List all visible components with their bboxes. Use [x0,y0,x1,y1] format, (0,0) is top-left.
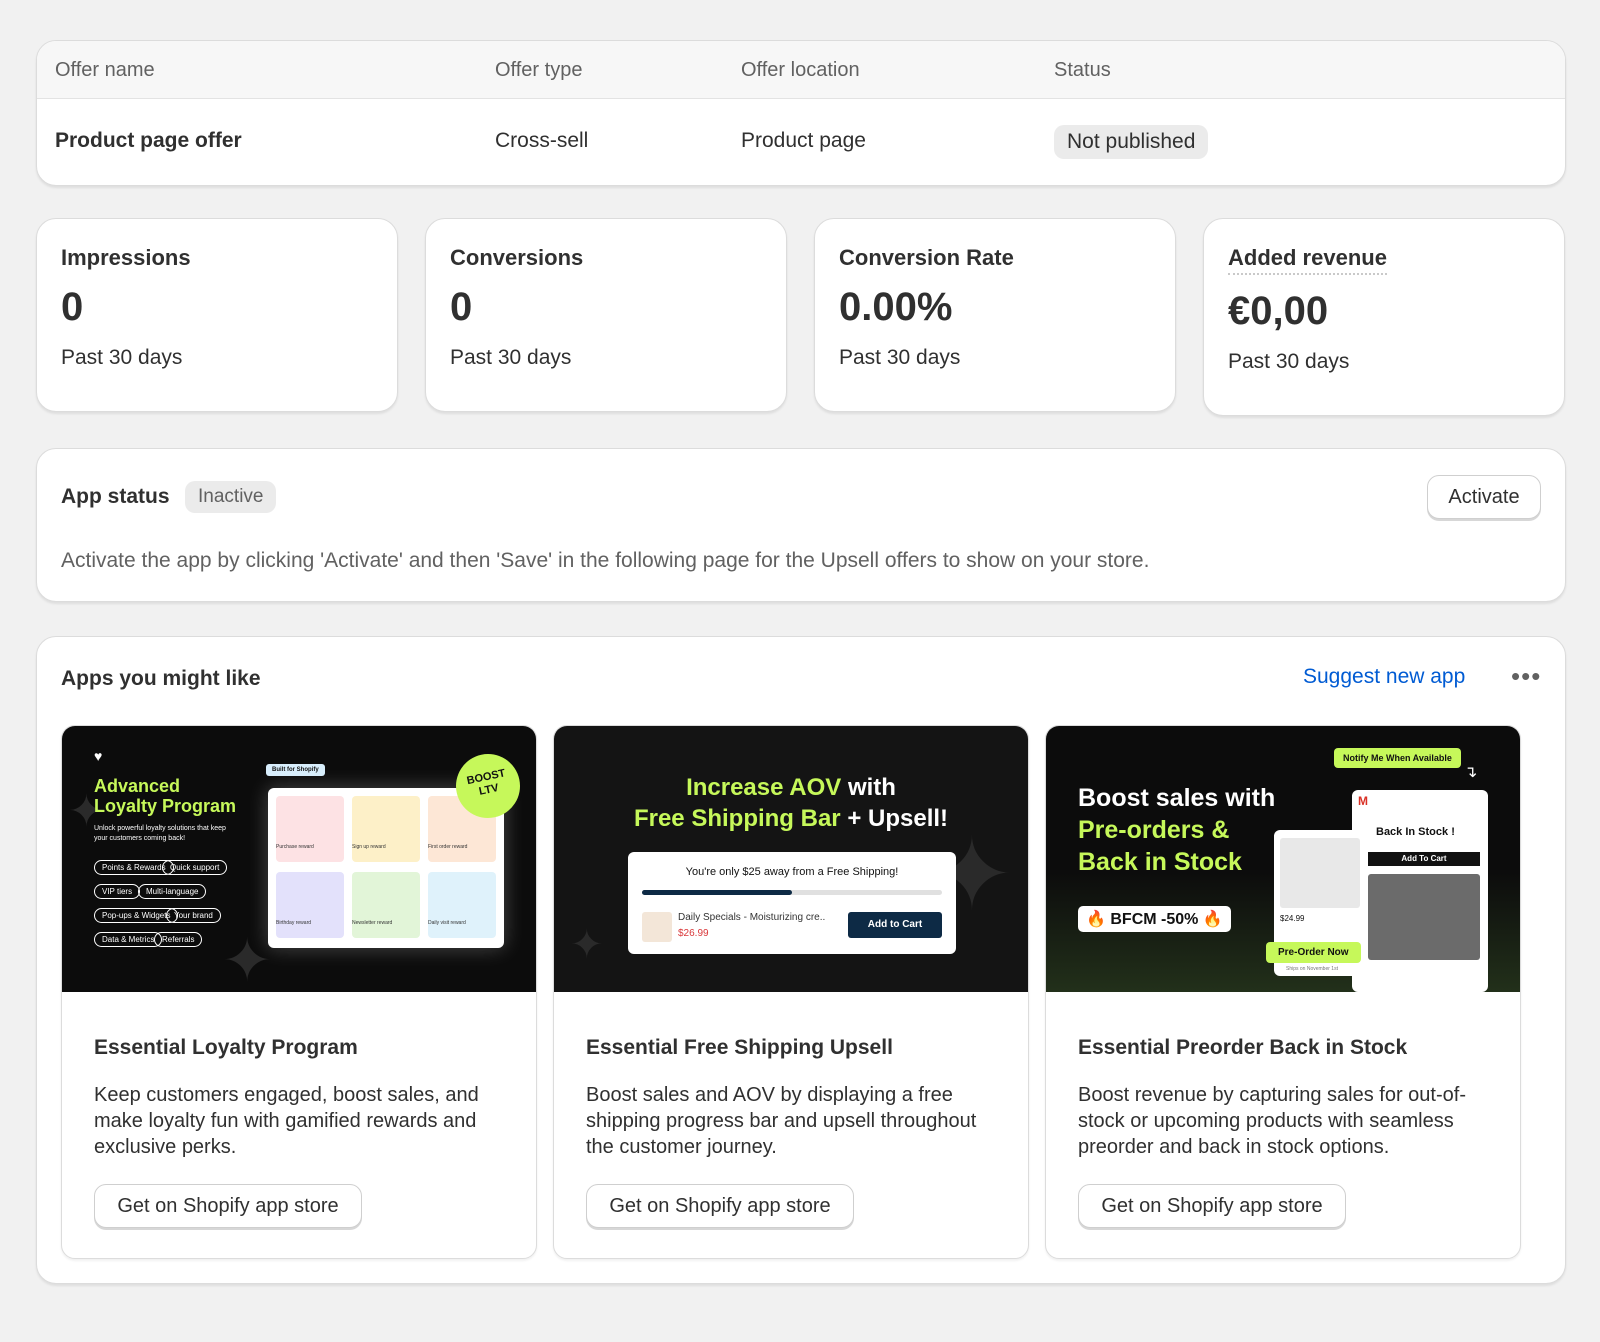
shipping-progress-fill [642,890,792,895]
app-card-preorder: Boost sales with Pre-orders & Back in St… [1045,725,1521,1259]
offer-table-header: Offer name Offer type Offer location Sta… [37,41,1565,99]
headline-green-1: Increase AOV [686,774,842,801]
offer-table: Offer name Offer type Offer location Sta… [36,40,1566,186]
free-shipping-banner-image: ✦ ✦ Increase AOV with Free Shipping Bar … [554,726,1028,992]
heart-icon: ♥ [94,748,103,764]
free-shipping-headline: Increase AOV with Free Shipping Bar + Up… [554,772,1028,834]
preorder-banner-image: Boost sales with Pre-orders & Back in St… [1046,726,1520,992]
offer-name-cell[interactable]: Product page offer [55,129,242,153]
preorder-headline-green-1: Pre-orders & [1078,816,1230,844]
shipping-bar-text: You're only $25 away from a Free Shippin… [685,866,899,878]
feature-tag: Quick support [162,860,228,875]
app-name: Essential Loyalty Program [94,1036,358,1059]
add-to-cart-label: Add To Cart [1368,852,1480,866]
column-header-status: Status [1054,59,1111,81]
get-on-shopify-button[interactable]: Get on Shopify app store [1078,1184,1346,1228]
metric-card-added-revenue: Added revenue €0,00 Past 30 days [1203,218,1565,416]
tile-label: Daily visit reward [428,920,466,926]
arrow-down-icon: ↴ [1464,764,1478,781]
get-on-shopify-button[interactable]: Get on Shopify app store [94,1184,362,1228]
app-description: Boost sales and AOV by displaying a free… [586,1084,977,1158]
apps-section-title: Apps you might like [61,667,261,690]
app-status-title: App status [61,485,170,508]
ships-on-text: Ships on November 1st [1286,966,1338,972]
sneaker-photo [1368,874,1480,960]
app-status-badge: Inactive [185,481,277,513]
back-in-stock-mock: M Back In Stock ! Add To Cart [1352,790,1488,992]
metric-period: Past 30 days [450,346,572,369]
tile-label: Purchase reward [276,844,314,850]
preorder-price: $24.99 [1280,914,1305,923]
app-name: Essential Preorder Back in Stock [1078,1036,1408,1059]
pre-order-now-button: Pre-Order Now [1266,942,1361,963]
tile-label: Newsletter reward [352,920,393,926]
app-name: Essential Free Shipping Upsell [586,1036,893,1059]
sneaker-photo [1280,838,1360,908]
tile-label: Sign up reward [352,844,386,850]
offer-type-cell: Cross-sell [495,129,589,152]
status-badge: Not published [1054,125,1209,159]
preorder-headline-white: Boost sales with [1078,784,1276,812]
feature-tag: Your brand [166,908,221,923]
metric-title: Conversion Rate [839,245,1014,270]
app-description: Boost revenue by capturing sales for out… [1078,1084,1466,1158]
back-in-stock-text: Back In Stock ! [1376,826,1455,838]
app-card-free-shipping: ✦ ✦ Increase AOV with Free Shipping Bar … [553,725,1029,1259]
built-for-shopify-badge: Built for Shopify [266,764,325,776]
add-to-cart-button: Add to Cart [848,912,942,938]
metric-title[interactable]: Added revenue [1228,245,1387,275]
apps-you-might-like-card: Apps you might like Suggest new app ••• … [36,636,1566,1284]
gmail-icon: M [1358,794,1368,808]
metric-period: Past 30 days [839,346,961,369]
shipping-progress-track [642,890,942,895]
sparkle-icon: ✦ [222,927,273,992]
table-row[interactable]: Product page offer Cross-sell Product pa… [37,99,1565,185]
loyalty-banner-image: ✦ ✦ ♥ Advanced Loyalty Program Unlock po… [62,726,536,992]
suggest-new-app-link[interactable]: Suggest new app [1303,665,1465,689]
feature-tag: Data & Metrics [94,932,163,947]
product-name: Daily Specials - Moisturizing cre.. [678,912,826,923]
metric-period: Past 30 days [61,346,183,369]
metric-title: Impressions [61,245,191,270]
metric-period: Past 30 days [1228,350,1350,373]
feature-tag: Referrals [154,932,203,947]
headline-white-2: + Upsell! [847,805,949,832]
tile-label: First order reward [428,844,468,850]
get-on-shopify-button[interactable]: Get on Shopify app store [586,1184,854,1228]
app-card-loyalty: ✦ ✦ ♥ Advanced Loyalty Program Unlock po… [61,725,537,1259]
metric-value: 0 [61,285,84,329]
metric-value: 0.00% [839,285,953,329]
app-description: Keep customers engaged, boost sales, and… [94,1084,479,1158]
loyalty-banner-title-1: Advanced [94,776,181,796]
sparkle-icon: ✦ [570,923,604,967]
loyalty-banner-subtitle: Unlock powerful loyalty solutions that k… [94,825,226,842]
metric-value: €0,00 [1228,289,1329,333]
activate-button[interactable]: Activate [1427,475,1541,519]
column-header-offer-type: Offer type [495,59,583,81]
tile-label: Birthday reward [276,920,312,926]
metric-card-conversions: Conversions 0 Past 30 days [425,218,787,412]
loyalty-banner-title-2: Loyalty Program [94,796,237,816]
preorder-headline-green-2: Back in Stock [1078,848,1242,876]
column-header-offer-location: Offer location [741,59,860,81]
metric-title: Conversions [450,245,584,270]
feature-tag: Multi-language [138,884,207,899]
offer-location-cell: Product page [741,129,866,152]
metric-card-conversion-rate: Conversion Rate 0.00% Past 30 days [814,218,1176,412]
headline-green-2: Free Shipping Bar [633,805,841,832]
app-status-card: App status Inactive Activate Activate th… [36,448,1566,602]
bfcm-promo-badge: 🔥 BFCM -50% 🔥 [1078,906,1231,932]
more-horizontal-icon[interactable]: ••• [1511,661,1541,692]
shipping-bar-widget: You're only $25 away from a Free Shippin… [628,852,956,954]
notify-me-button: Notify Me When Available [1334,748,1461,768]
app-status-description: Activate the app by clicking 'Activate' … [61,549,1150,572]
metric-value: 0 [450,285,473,329]
column-header-offer-name: Offer name [55,59,155,81]
headline-white-1: with [847,774,896,801]
product-thumbnail [642,912,672,942]
feature-tag: VIP tiers [94,884,141,899]
product-price: $26.99 [678,928,709,939]
metric-card-impressions: Impressions 0 Past 30 days [36,218,398,412]
